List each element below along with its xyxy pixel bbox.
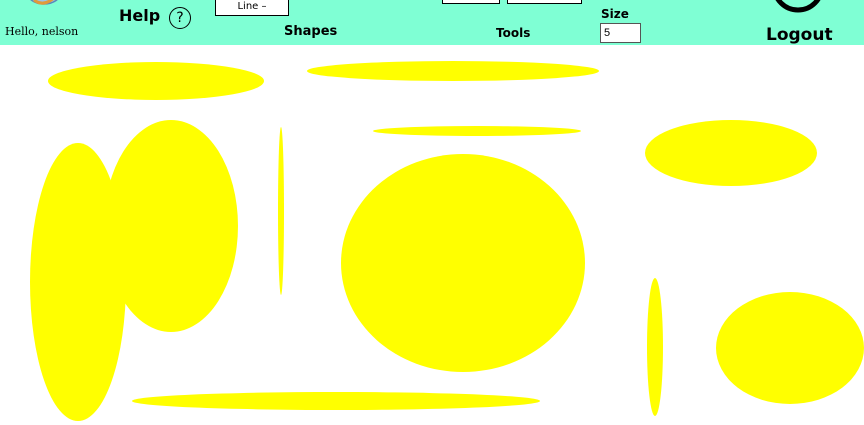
greeting-text: Hello, nelson (5, 25, 79, 38)
ellipse-shape[interactable] (645, 120, 817, 186)
ellipse-shape[interactable] (48, 62, 264, 100)
ellipse-shape[interactable] (373, 126, 581, 136)
ellipse-shape[interactable] (278, 127, 284, 295)
toolbar: Hello, nelson Help ? Line – Shapes Tools… (0, 0, 864, 45)
ellipse-shape[interactable] (716, 292, 864, 404)
tool-button[interactable] (442, 0, 500, 4)
canvas-svg[interactable] (0, 45, 864, 421)
ellipse-shape[interactable] (341, 154, 585, 372)
ellipse-shape[interactable] (647, 278, 663, 416)
size-label: Size (601, 7, 629, 21)
tool-button[interactable] (507, 0, 582, 4)
question-circle-icon[interactable]: ? (169, 7, 191, 29)
ellipse-shape[interactable] (307, 61, 599, 81)
shapes-label: Shapes (284, 24, 338, 39)
ellipse-shape[interactable] (132, 392, 540, 410)
line-style-select[interactable]: Line – (215, 0, 289, 16)
ellipse-shape[interactable] (104, 120, 238, 332)
avatar-icon[interactable] (24, 0, 64, 8)
size-input[interactable] (600, 23, 641, 43)
tools-label: Tools (496, 26, 531, 40)
drawing-canvas[interactable] (0, 45, 864, 421)
help-link[interactable]: Help (119, 6, 160, 25)
power-icon[interactable] (766, 0, 826, 20)
logout-link[interactable]: Logout (766, 25, 833, 45)
